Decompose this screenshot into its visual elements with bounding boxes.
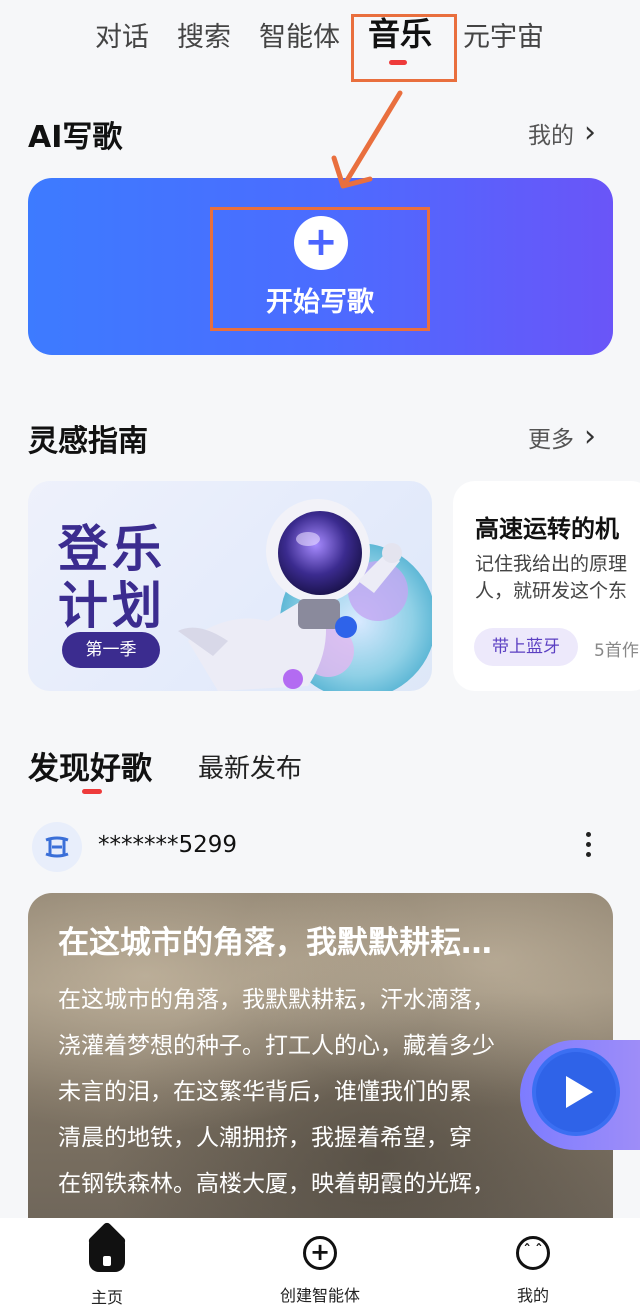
- tab-latest[interactable]: 最新发布: [198, 748, 302, 785]
- nav-home-label: 主页: [90, 1288, 123, 1307]
- play-icon: [566, 1076, 593, 1108]
- more-options-icon[interactable]: [580, 832, 596, 862]
- username[interactable]: *******5299: [98, 832, 237, 858]
- machine-card-desc-1: 记住我给出的原理: [475, 553, 628, 575]
- button-highlight-box: [210, 207, 430, 331]
- lyric-line: 浇灌着梦想的种子。打工人的心，藏着多少: [58, 1033, 495, 1059]
- nav-create-agent[interactable]: + 创建智能体: [240, 1236, 400, 1306]
- nav-home[interactable]: 主页: [27, 1236, 187, 1308]
- lyric-line: 未言的泪，在这繁华背后，谁懂我们的累: [58, 1079, 472, 1105]
- chevron-right-icon: ›: [584, 419, 596, 454]
- lyric-line: 清晨的地铁，人潮拥挤，我握着希望，穿: [58, 1125, 472, 1151]
- avatar-logo-icon: [45, 836, 69, 858]
- tab-discover[interactable]: 发现好歌: [28, 743, 152, 788]
- avatar[interactable]: [32, 822, 82, 872]
- nav-create-label: 创建智能体: [279, 1286, 360, 1305]
- machine-card-desc-2: 人，就研发这个东: [475, 580, 628, 602]
- annotation-arrow-icon: [331, 90, 403, 189]
- song-title: 在这城市的角落，我默默耕耘…: [58, 925, 492, 961]
- plan-title-line2: 计划: [58, 577, 166, 635]
- profile-face-icon: ˆ ˆ: [516, 1236, 550, 1270]
- lyric-line: 在钢铁森林。高楼大厦，映着朝霞的光辉，: [58, 1171, 495, 1197]
- nav-profile-label: 我的: [516, 1286, 549, 1305]
- home-icon: [89, 1236, 125, 1272]
- more-label: 更多: [528, 427, 574, 453]
- nav-profile[interactable]: ˆ ˆ 我的: [453, 1236, 613, 1306]
- add-circle-icon: +: [303, 1236, 337, 1270]
- song-count: 5首作: [594, 641, 639, 661]
- discover-tab-indicator: [82, 789, 102, 794]
- lyric-line: 在这城市的角落，我默默耕耘，汗水滴落，: [58, 987, 495, 1013]
- inspiration-title: 灵感指南: [28, 424, 148, 459]
- season-badge: 第一季: [62, 632, 160, 668]
- machine-card-title: 高速运转的机: [475, 515, 619, 543]
- bluetooth-tag[interactable]: 带上蓝牙: [474, 628, 578, 666]
- more-link[interactable]: 更多 ›: [528, 420, 596, 454]
